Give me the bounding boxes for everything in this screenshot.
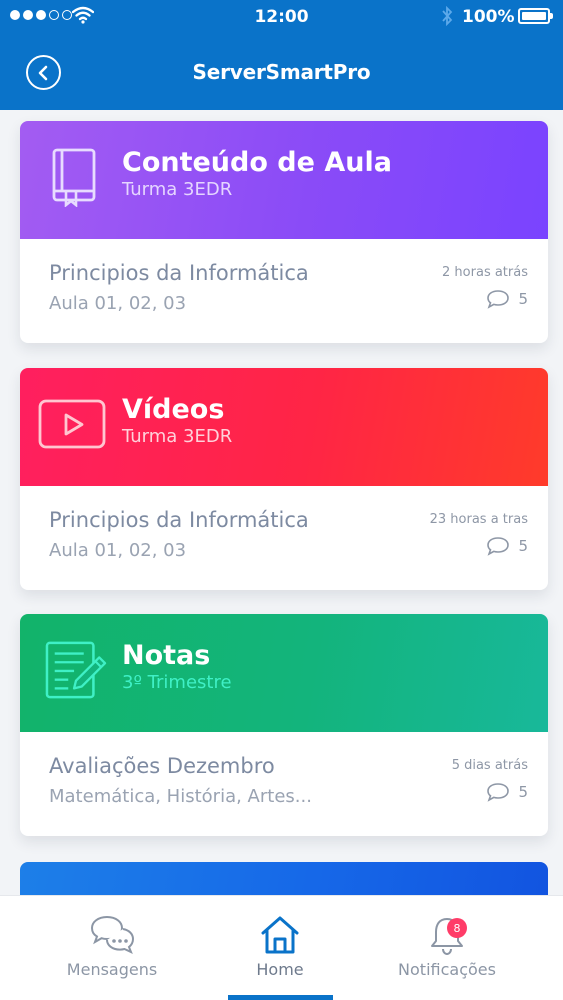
item-title: Principios da Informática — [49, 261, 309, 285]
comments-count[interactable]: 5 — [486, 782, 528, 802]
item-timestamp: 23 horas a tras — [429, 512, 528, 527]
app-title: ServerSmartPro — [192, 60, 371, 84]
card-title: Conteúdo de Aula — [122, 147, 392, 178]
bottom-nav: Mensagens Home Notificações 8 — [0, 895, 563, 1000]
card-item[interactable]: Principios da Informática Aula 01, 02, 0… — [20, 239, 548, 343]
item-subtitle: Aula 01, 02, 03 — [49, 540, 187, 561]
nav-notificacoes[interactable]: Notificações — [353, 896, 541, 1000]
item-timestamp: 2 horas atrás — [442, 265, 528, 280]
item-timestamp: 5 dias atrás — [451, 758, 528, 773]
item-subtitle: Aula 01, 02, 03 — [49, 293, 187, 314]
status-bar: 12:00 100% — [0, 0, 563, 34]
card-header: Notas 3º Trimestre — [20, 614, 548, 732]
item-title: Principios da Informática — [49, 508, 309, 532]
comment-icon — [487, 537, 510, 556]
comments-number: 5 — [518, 290, 528, 308]
nav-home[interactable]: Home — [186, 896, 374, 1000]
app-header: 12:00 100% ServerSmartPro — [0, 0, 563, 110]
comments-number: 5 — [518, 537, 528, 555]
item-title: Avaliações Dezembro — [49, 754, 275, 778]
card-header: Vídeos Turma 3EDR — [20, 368, 548, 486]
card-title: Vídeos — [122, 394, 225, 425]
chat-bubbles-icon — [90, 915, 135, 954]
card-item[interactable]: Avaliações Dezembro Matemática, História… — [20, 732, 548, 836]
card-subtitle: Turma 3EDR — [122, 179, 233, 200]
card-item[interactable]: Principios da Informática Aula 01, 02, 0… — [20, 486, 548, 590]
item-subtitle: Matemática, História, Artes... — [49, 786, 312, 807]
comments-count[interactable]: 5 — [486, 289, 528, 309]
card-title: Notas — [122, 640, 211, 671]
battery-icon — [518, 8, 553, 24]
card-subtitle: 3º Trimestre — [122, 672, 232, 693]
active-tab-indicator — [228, 995, 333, 1000]
card-header: Conteúdo de Aula Turma 3EDR — [20, 121, 548, 239]
battery-percent: 100% — [462, 7, 515, 27]
card-conteudo-aula[interactable]: Conteúdo de Aula Turma 3EDR Principios d… — [20, 121, 548, 343]
notes-edit-icon — [45, 641, 107, 699]
video-play-icon — [38, 399, 106, 449]
nav-mensagens[interactable]: Mensagens — [18, 896, 206, 1000]
home-icon — [261, 916, 299, 954]
card-notas[interactable]: Notas 3º Trimestre Avaliações Dezembro M… — [20, 614, 548, 836]
card-videos[interactable]: Vídeos Turma 3EDR Principios da Informát… — [20, 368, 548, 590]
card-subtitle: Turma 3EDR — [122, 426, 233, 447]
nav-label: Mensagens — [66, 960, 158, 979]
comment-icon — [487, 783, 510, 802]
comment-icon — [487, 290, 510, 309]
nav-label: Notificações — [398, 960, 496, 979]
comments-count[interactable]: 5 — [486, 536, 528, 556]
notification-badge: 8 — [447, 918, 467, 938]
book-icon — [52, 148, 96, 207]
nav-label: Home — [256, 960, 304, 979]
comments-number: 5 — [518, 783, 528, 801]
bluetooth-icon — [442, 6, 453, 26]
